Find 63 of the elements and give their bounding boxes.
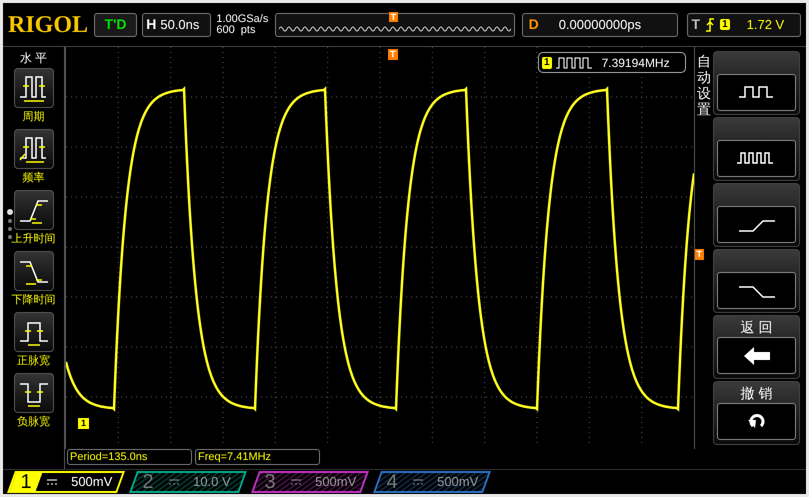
measure-button[interactable] — [14, 373, 54, 413]
undo-button[interactable] — [717, 403, 796, 440]
channel-tab[interactable]: 4 500mV — [373, 471, 491, 493]
undo-label: 撤 销 — [740, 385, 774, 401]
trigger-channel: 1 — [720, 19, 730, 30]
dc-coupling-icon — [169, 479, 179, 485]
timebase-label: H — [146, 15, 156, 34]
channel-number: 2 — [141, 473, 155, 491]
dc-coupling-icon — [291, 479, 301, 485]
frequency-value: 7.39194MHz — [602, 54, 670, 72]
delay-label: D — [528, 15, 539, 34]
channel-scale: 10.0 V — [193, 473, 231, 492]
channel-number: 3 — [263, 473, 277, 491]
run-status: T'D — [94, 12, 138, 36]
left-arrow-icon — [744, 346, 770, 364]
channel-tab[interactable]: 2 10.0 V — [129, 471, 247, 493]
auto-set-button[interactable] — [717, 74, 796, 111]
measure-label: 频率 — [22, 170, 44, 186]
trigger-time-marker: T — [388, 49, 398, 60]
sample-rate: 1.00GSa/s — [216, 14, 270, 24]
auto-set-button[interactable] — [717, 272, 796, 309]
measure-label: 上升时间 — [12, 232, 56, 247]
channel-scale: 500mV — [71, 473, 112, 492]
measure-label: 周期 — [22, 110, 44, 125]
timebase-box[interactable]: H 50.0ns — [142, 12, 212, 36]
channel-scale: 500mV — [315, 473, 356, 492]
auto-set-title: 自动设置 — [697, 53, 711, 117]
measure-button[interactable] — [14, 312, 54, 352]
channel-scale: 500mV — [437, 473, 478, 492]
channel-tab[interactable]: 1 500mV — [7, 471, 125, 493]
trigger-label: T — [692, 15, 700, 34]
measure-button[interactable] — [14, 190, 54, 230]
auto-set-button[interactable] — [717, 206, 796, 243]
measurement-readout: Freq=7.41MHz — [195, 449, 320, 465]
brand-logo: RIGOL — [8, 10, 89, 40]
delay-box[interactable]: D 0.00000000ps — [522, 12, 678, 36]
measure-button[interactable] — [14, 251, 54, 291]
measure-label: 正脉宽 — [17, 354, 50, 369]
dc-coupling-icon — [413, 479, 423, 485]
channel-number: 4 — [385, 473, 399, 491]
measure-button[interactable] — [14, 129, 54, 169]
trigger-level-marker: T — [694, 249, 704, 260]
timebase-value: 50.0ns — [160, 16, 200, 34]
channel-number: 1 — [19, 473, 33, 491]
measurement-readout: Period=135.0ns — [67, 449, 192, 465]
trigger-level: 1.72 V — [746, 16, 784, 34]
measure-label: 下降时间 — [12, 293, 56, 308]
memory-depth: 600 pts — [216, 24, 256, 36]
channel-tag: 1 — [542, 56, 552, 68]
channel-tab[interactable]: 3 500mV — [251, 471, 369, 493]
menu-title: 水 平 — [20, 51, 48, 65]
undo-icon — [746, 414, 766, 430]
back-label: 返 回 — [740, 319, 774, 335]
measure-button[interactable] — [14, 68, 54, 108]
dc-coupling-icon — [47, 479, 57, 485]
trigger-box[interactable]: T 1 1.72 V — [686, 12, 801, 36]
channel-marker: 1 — [78, 418, 90, 429]
back-button[interactable] — [717, 337, 796, 374]
measure-label: 负脉宽 — [17, 414, 50, 430]
overview-trigger-marker: T — [388, 12, 398, 22]
auto-set-button[interactable] — [717, 140, 796, 177]
rising-edge-icon — [705, 18, 716, 32]
delay-value: 0.00000000ps — [558, 16, 642, 34]
